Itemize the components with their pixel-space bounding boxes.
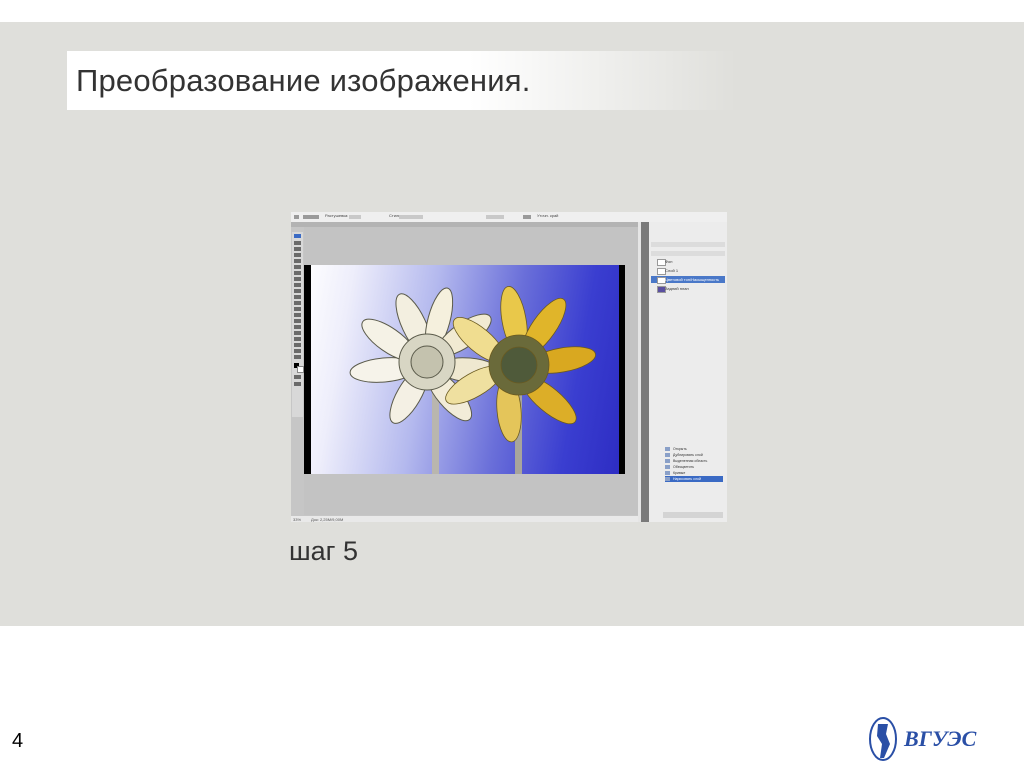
- history-name: Выделенная область: [673, 459, 708, 463]
- layer-row: Задний план: [651, 285, 725, 293]
- quick-mask-icon: [294, 375, 301, 379]
- image-right-border: [619, 265, 625, 474]
- layer-row: Фон: [651, 258, 725, 266]
- lasso-tool-icon: [294, 247, 301, 251]
- ps-zoom-status: 33%: [293, 517, 302, 522]
- zoom-tool-icon: [294, 355, 301, 359]
- layer-name: Слой 1: [665, 268, 679, 273]
- pen-tool-icon: [294, 319, 301, 323]
- ps-layers-panel: Фон Слой 1 Цветовой тон/Насыщенность Зад…: [649, 222, 727, 522]
- crop-tool-icon: [294, 259, 301, 263]
- wand-tool-icon: [294, 253, 301, 257]
- ps-lock-row: [651, 251, 725, 256]
- history-state-icon: [665, 447, 670, 451]
- ps-panel-footer-icons: [663, 512, 723, 518]
- history-state-icon: [665, 471, 670, 475]
- title-banner: Преобразование изображения.: [67, 51, 737, 110]
- history-name: Открыть: [673, 447, 687, 451]
- image-left-border: [304, 265, 311, 474]
- eyedropper-tool-icon: [294, 265, 301, 269]
- history-brush-icon: [294, 289, 301, 293]
- screen-mode-icon: [294, 382, 301, 386]
- history-state-icon: [665, 459, 670, 463]
- eraser-tool-icon: [294, 295, 301, 299]
- left-flower: [349, 287, 502, 424]
- slide-title: Преобразование изображения.: [76, 63, 531, 98]
- shape-tool-icon: [294, 337, 301, 341]
- ps-options-bar: Растушевка: Стиль: Уточн. край: [291, 212, 727, 222]
- history-name: Нарисовать слой: [673, 477, 701, 481]
- history-name: Кривые: [673, 471, 686, 475]
- brush-tool-icon: [294, 277, 301, 281]
- history-state-icon: [665, 477, 670, 481]
- ps-toolbox: [292, 232, 304, 417]
- path-select-icon: [294, 331, 301, 335]
- history-row: Нарисовать слой: [665, 476, 723, 482]
- history-state-icon: [665, 465, 670, 469]
- layer-name: Фон: [665, 259, 673, 264]
- move-tool-icon: [294, 234, 301, 238]
- stamp-tool-icon: [294, 283, 301, 287]
- healing-tool-icon: [294, 271, 301, 275]
- hand-tool-icon: [294, 349, 301, 353]
- step-label: шаг 5: [289, 536, 359, 566]
- type-tool-icon: [294, 325, 301, 329]
- layer-row: Цветовой тон/Насыщенность: [651, 276, 725, 284]
- history-name: Дублировать слой: [673, 453, 703, 457]
- ps-panel-dock-strip: [641, 222, 649, 522]
- layer-name: Задний план: [665, 286, 689, 291]
- marquee-tool-icon: [294, 215, 299, 219]
- sunflower-image: [304, 265, 625, 474]
- ps-refine-icon: [523, 215, 531, 219]
- ps-refine-label: Уточн. край: [537, 213, 559, 218]
- sunflower-illustration: [349, 286, 596, 474]
- ps-blend-mode-row: [651, 242, 725, 247]
- logo-text: ВГУЭС: [903, 726, 977, 751]
- ps-doc-status: Док: 2,25М/9,00М: [311, 517, 344, 522]
- ps-style-select: [399, 215, 423, 219]
- page-number: 4: [12, 730, 24, 752]
- history-name: Обесцветить: [673, 465, 695, 469]
- gradient-tool-icon: [294, 301, 301, 305]
- ps-feather-input: [349, 215, 361, 219]
- selection-mode-icons: [303, 215, 319, 219]
- logo-emblem-icon: ВГУЭС: [869, 717, 977, 761]
- blur-tool-icon: [294, 307, 301, 311]
- 3d-tool-icon: [294, 343, 301, 347]
- history-state-icon: [665, 453, 670, 457]
- marquee-tool-icon: [294, 241, 301, 245]
- dodge-tool-icon: [294, 313, 301, 317]
- ps-width-input: [486, 215, 504, 219]
- layer-row: Слой 1: [651, 267, 725, 275]
- university-logo: ВГУЭС: [868, 714, 988, 762]
- ps-status-bar: 33% Док: 2,25М/9,00М: [291, 516, 638, 522]
- background-color-icon: [297, 366, 304, 373]
- layer-name: Цветовой тон/Насыщенность: [665, 277, 720, 282]
- ps-feather-label: Растушевка:: [325, 213, 349, 218]
